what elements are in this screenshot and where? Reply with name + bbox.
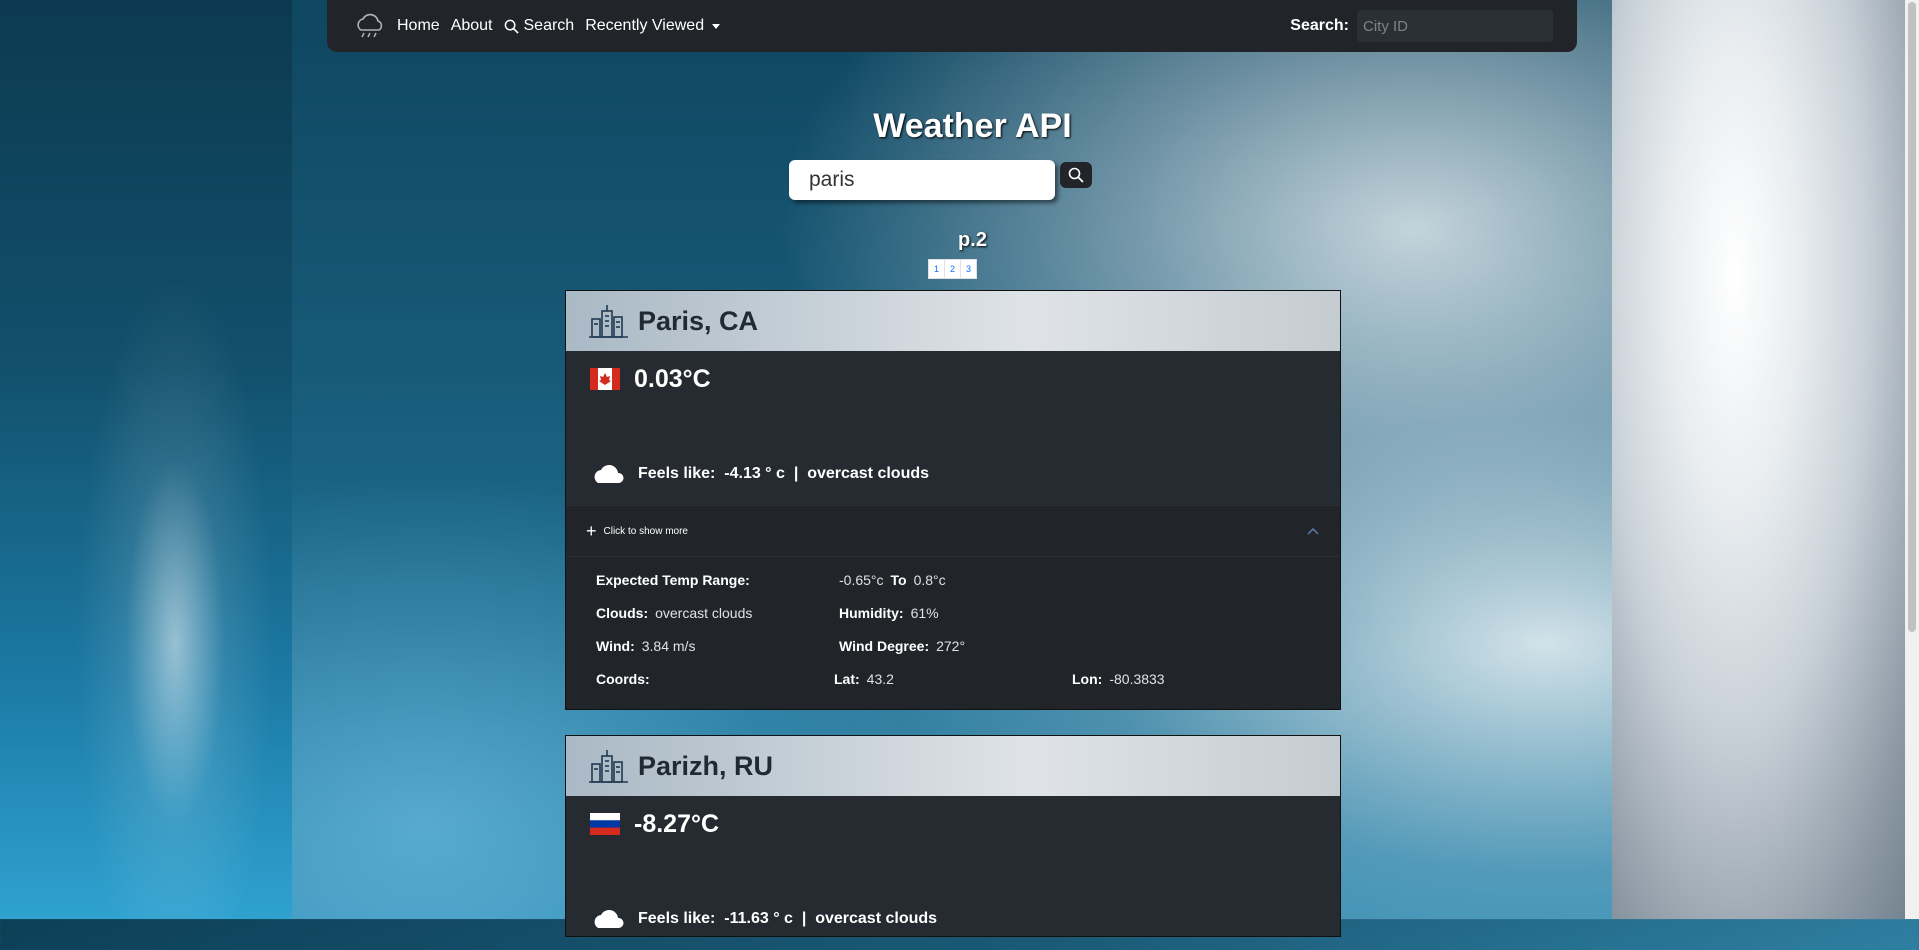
city-buildings-icon [589,305,628,338]
feels-like-value: -11.63 ° c [724,910,793,927]
lat-value: 43.2 [866,670,894,687]
coords-label: Coords: [596,670,650,687]
search-icon [504,19,519,34]
caret-down-icon [712,23,721,29]
search-icon [1068,167,1084,183]
clouds-label: Clouds: [596,604,649,621]
wind-value: 3.84 m/s [641,637,696,654]
temp-range-label: Expected Temp Range: [596,571,750,588]
navbar: Home About Search Recently Viewed Search… [327,0,1577,52]
temp-max-value: 0.8°c [913,571,946,588]
recently-viewed-label: Recently Viewed [585,17,705,34]
card-body: -8.27°C Feels like: -11.63 ° c | overcas… [566,796,1340,950]
plus-icon: + [586,520,597,541]
separator: | [793,465,799,482]
canada-flag-icon [590,368,620,390]
page-3-button[interactable]: 3 [961,260,976,278]
detail-row: Clouds: overcast clouds Humidity: 61% [596,596,1310,629]
search-button[interactable] [1060,162,1092,188]
cloud-icon [594,465,624,483]
separator: | [801,910,807,927]
temperature-row: -8.27°C [584,796,1322,852]
temperature-value: 0.03°C [634,364,711,393]
wind-degree-value: 272° [936,637,966,654]
detail-row: Coords: Lat: 43.2 Lon: -80.3833 [596,662,1310,695]
card-header: Paris, CA [566,291,1340,351]
weather-description: overcast clouds [807,465,930,482]
pagination: 1 2 3 [928,259,977,279]
clouds-value: overcast clouds [655,604,753,621]
show-more-toggle[interactable]: + Click to show more [566,506,1340,557]
nav-search-link[interactable]: Search [504,17,575,35]
humidity-value: 61% [910,604,939,621]
nav-search-form-label: Search: [1290,17,1349,34]
weather-description: overcast clouds [815,910,938,927]
nav-home-link[interactable]: Home [397,17,440,35]
detail-row: Wind: 3.84 m/s Wind Degree: 272° [596,629,1310,662]
city-id-input[interactable] [1357,10,1553,42]
details-section: + Click to show more Expected Temp Range… [566,505,1340,709]
nav-search-label: Search [523,17,575,34]
weather-card: Parizh, RU -8.27°C Feels like: -11.63 ° … [565,735,1341,937]
feels-like-value: -4.13 ° c [724,465,785,482]
city-buildings-icon [589,750,628,783]
page-indicator: p.2 [958,229,987,251]
russia-flag-icon [590,813,620,835]
card-header: Parizh, RU [566,736,1340,796]
weather-card: Paris, CA 0.03°C Feels like: -4.13 ° c |… [565,290,1341,710]
city-search-input[interactable]: paris [789,160,1055,200]
feels-like-row: Feels like: -4.13 ° c | overcast clouds [584,443,1322,505]
feels-like-label: Feels like: [638,465,716,482]
humidity-label: Humidity: [839,604,904,621]
nav-search-form: Search: [1290,10,1553,42]
details-list: Expected Temp Range: -0.65°c To 0.8°c Cl… [566,557,1340,709]
page-2-button[interactable]: 2 [945,260,961,278]
feels-like-row: Feels like: -11.63 ° c | overcast clouds [584,888,1322,950]
feels-like-label: Feels like: [638,910,716,927]
show-more-label: Click to show more [603,525,688,537]
cloud-icon [594,910,624,928]
lon-value: -80.3833 [1109,670,1165,687]
page-title: Weather API [873,107,1072,145]
city-name: Parizh, RU [638,750,774,781]
to-label: To [890,571,907,588]
scrollbar-thumb[interactable] [1908,2,1916,632]
temperature-row: 0.03°C [584,351,1322,407]
card-body: 0.03°C Feels like: -4.13 ° c | overcast … [566,351,1340,505]
lat-label: Lat: [834,670,860,687]
nav-about-link[interactable]: About [451,17,493,35]
lon-label: Lon: [1072,670,1103,687]
wind-degree-label: Wind Degree: [839,637,930,654]
detail-row: Expected Temp Range: -0.65°c To 0.8°c [596,563,1310,596]
city-name: Paris, CA [638,305,759,336]
page-1-button[interactable]: 1 [929,260,945,278]
temp-min-value: -0.65°c [839,571,884,588]
temperature-value: -8.27°C [634,809,720,838]
nav-recently-viewed-dropdown[interactable]: Recently Viewed [585,17,721,35]
cloud-rain-logo-icon[interactable] [353,12,387,40]
chevron-up-icon[interactable] [1306,526,1320,536]
wind-label: Wind: [596,637,635,654]
